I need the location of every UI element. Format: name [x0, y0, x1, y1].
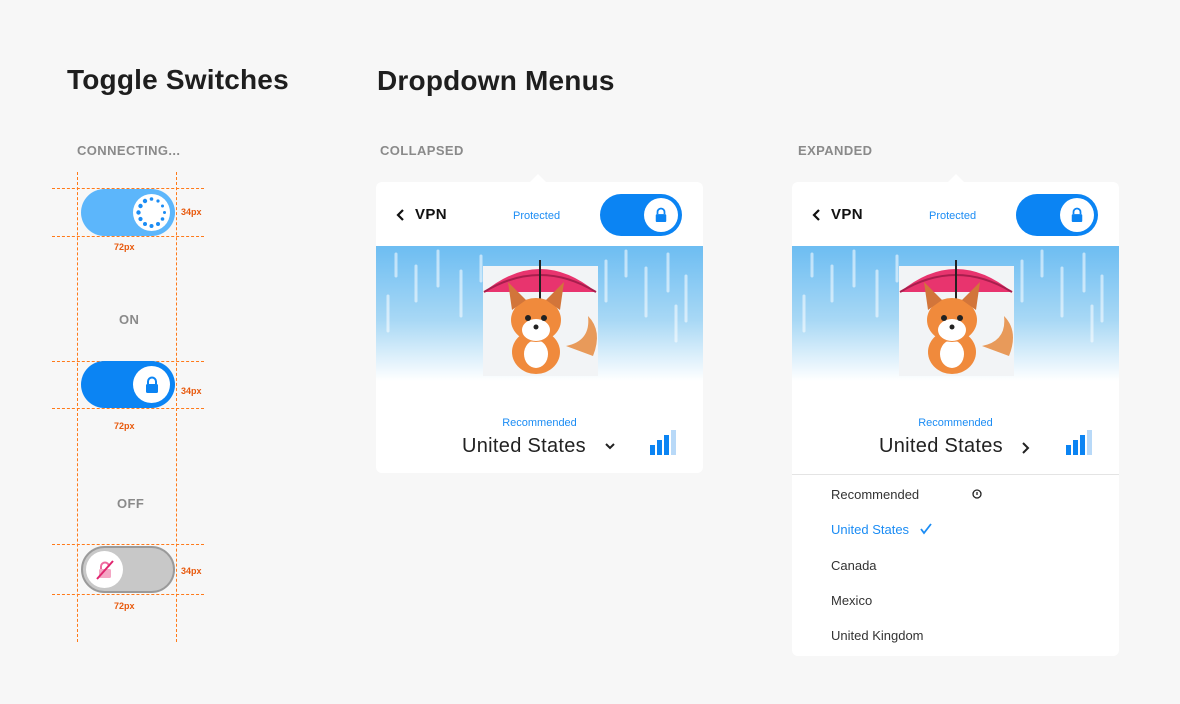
toggle-knob — [133, 194, 170, 231]
width-dimension: 72px — [114, 242, 135, 252]
guide-line — [52, 236, 204, 237]
list-item-recommended[interactable]: Recommended — [831, 487, 991, 502]
toggle-knob — [644, 198, 678, 232]
list-item-canada[interactable]: Canada — [831, 558, 877, 573]
toggle-off[interactable] — [81, 546, 175, 593]
expanded-label: EXPANDED — [798, 143, 873, 158]
height-dimension: 34px — [181, 566, 202, 576]
list-item-label: United States — [831, 522, 910, 537]
toggle-knob — [86, 551, 123, 588]
list-item-label: United Kingdom — [831, 628, 924, 643]
lock-icon — [145, 376, 158, 393]
recommended-text: Recommended — [918, 417, 993, 429]
signal-strength-icon — [1066, 430, 1092, 455]
dropdown-menus-heading: Dropdown Menus — [377, 65, 615, 96]
status-text: Protected — [929, 210, 977, 222]
width-dimension: 72px — [114, 601, 135, 611]
guide-line-left — [77, 172, 78, 642]
hero-illustration — [376, 246, 703, 381]
guide-line-right — [176, 172, 177, 642]
list-item-label: Canada — [831, 558, 877, 573]
recommended-text: Recommended — [502, 417, 577, 429]
chevron-left-icon — [812, 209, 820, 221]
country-name: United States — [879, 435, 1003, 457]
country-name: United States — [462, 435, 586, 457]
guide-line — [52, 408, 204, 409]
width-dimension: 72px — [114, 421, 135, 431]
off-label: OFF — [117, 496, 145, 511]
signal-strength-icon — [650, 430, 676, 455]
fox-umbrella-illustration — [802, 249, 1104, 376]
vpn-panel-collapsed: VPN Protected Recommended United States — [376, 182, 703, 473]
back-button[interactable] — [812, 208, 822, 226]
caret — [530, 174, 546, 182]
height-dimension: 34px — [181, 207, 202, 217]
toggle-switches-heading: Toggle Switches — [67, 64, 289, 95]
list-item-label: Mexico — [831, 593, 873, 608]
hero-illustration — [792, 246, 1119, 381]
country-dropdown-list: Recommended United States Canada Mexico … — [792, 474, 1119, 643]
country-selector[interactable]: United States — [462, 435, 622, 461]
toggle-connecting[interactable] — [81, 189, 175, 236]
toggle-on[interactable] — [81, 361, 175, 408]
vpn-toggle[interactable] — [1016, 194, 1098, 236]
panel-title: VPN — [831, 206, 864, 223]
chevron-right-icon — [1022, 442, 1030, 454]
toggle-knob — [1060, 198, 1094, 232]
vpn-toggle[interactable] — [600, 194, 682, 236]
unlock-disabled-icon — [95, 559, 114, 580]
caret — [948, 174, 964, 182]
connecting-label: CONNECTING... — [77, 143, 181, 158]
on-label: ON — [119, 312, 140, 327]
list-item-label: Recommended — [831, 487, 920, 502]
chevron-down-icon — [605, 443, 615, 450]
country-selector[interactable]: United States — [879, 435, 1039, 461]
info-icon — [972, 489, 982, 499]
height-dimension: 34px — [181, 386, 202, 396]
fox-umbrella-illustration — [386, 249, 688, 376]
guide-line — [52, 544, 204, 545]
lock-icon — [1071, 207, 1083, 222]
list-item-mexico[interactable]: Mexico — [831, 593, 872, 608]
check-icon — [919, 523, 932, 535]
lock-icon — [655, 207, 667, 222]
status-text: Protected — [513, 210, 561, 222]
spinner-icon — [136, 197, 166, 228]
guide-line — [52, 594, 204, 595]
panel-title: VPN — [415, 206, 448, 223]
toggle-knob — [133, 366, 170, 403]
vpn-panel-expanded: VPN Protected Recommended United States … — [792, 182, 1119, 656]
list-item-united-states[interactable]: United States — [831, 522, 933, 537]
back-button[interactable] — [396, 208, 406, 226]
chevron-left-icon — [396, 209, 404, 221]
collapsed-label: COLLAPSED — [380, 143, 464, 158]
list-item-united-kingdom[interactable]: United Kingdom — [831, 628, 924, 643]
